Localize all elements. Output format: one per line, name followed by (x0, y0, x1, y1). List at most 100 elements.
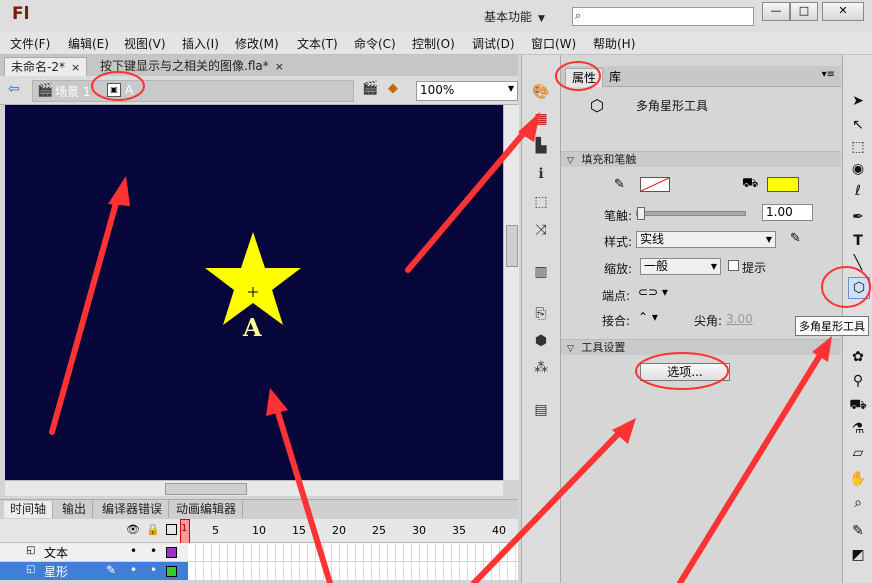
history-icon[interactable]: ⤨ (532, 221, 550, 239)
back-arrow-icon[interactable]: ⇦ (8, 81, 20, 97)
line-tool-icon[interactable]: ╲ (848, 253, 868, 273)
tab-timeline[interactable]: 时间轴 (4, 501, 54, 518)
edit-scene-icon[interactable]: 🎬 (362, 81, 378, 96)
menu-view[interactable]: 视图(V) (124, 35, 166, 52)
options-button[interactable]: 选项... (640, 363, 730, 381)
menu-window[interactable]: 窗口(W) (531, 35, 576, 52)
frame-strip[interactable] (188, 543, 518, 561)
scroll-thumb[interactable] (165, 483, 247, 495)
visibility-dot[interactable]: • (130, 544, 137, 558)
selection-tool-icon[interactable]: ➤ (848, 91, 868, 111)
miter-value[interactable]: 3.00 (726, 312, 753, 326)
join-style-select[interactable]: ⌃ ▾ (638, 310, 658, 324)
stage-canvas[interactable]: A (5, 105, 503, 480)
tab-output[interactable]: 输出 (56, 501, 94, 518)
lasso-tool-icon[interactable]: ℓ (848, 181, 868, 201)
layer-color-swatch[interactable] (166, 547, 177, 558)
help-search-input[interactable]: ⌕ (572, 7, 754, 26)
palette-icon[interactable]: 🎨 (532, 83, 550, 101)
components-icon[interactable]: ⬢ (532, 332, 550, 350)
layer-row-text[interactable]: ◱ 文本 • • (0, 543, 518, 561)
menu-control[interactable]: 控制(O) (412, 35, 455, 52)
scene-label[interactable]: 场景 1 (55, 83, 90, 100)
bone-tool-icon[interactable]: ⚲ (848, 371, 868, 391)
horizontal-scrollbar[interactable] (5, 480, 503, 496)
3d-rotation-tool-icon[interactable]: ◉ (848, 159, 868, 179)
lock-dot[interactable]: • (150, 563, 157, 577)
workspace-switcher[interactable]: 基本功能 ▼ (484, 8, 545, 25)
polystar-tool-icon[interactable]: ⬡ (848, 277, 870, 299)
stroke-color-swatch[interactable] (640, 177, 670, 192)
hint-checkbox[interactable] (728, 260, 739, 271)
tab-library[interactable]: 库 (603, 68, 627, 86)
stroke-color-icon[interactable]: ✎ (848, 521, 868, 541)
menu-text[interactable]: 文本(T) (297, 35, 338, 52)
layer-name[interactable]: 文本 (44, 544, 68, 561)
actions-icon[interactable]: ⎘ (532, 305, 550, 323)
outline-icon[interactable] (166, 524, 177, 535)
layer-color-swatch[interactable] (166, 566, 177, 577)
free-transform-tool-icon[interactable]: ⬚ (848, 137, 868, 157)
pen-tool-icon[interactable]: ✒ (848, 207, 868, 227)
slider-thumb[interactable] (637, 207, 645, 220)
lock-dot[interactable]: • (150, 544, 157, 558)
edit-symbol-icon[interactable]: ◆ (388, 81, 398, 96)
edit-stroke-style-icon[interactable]: ✎ (790, 231, 801, 246)
menu-edit[interactable]: 编辑(E) (68, 35, 109, 52)
menu-insert[interactable]: 插入(I) (182, 35, 219, 52)
swatches-icon[interactable]: ▦ (532, 110, 550, 128)
eyedropper-tool-icon[interactable]: ⚗ (848, 419, 868, 439)
tab-compiler-errors[interactable]: 编译器错误 (96, 501, 170, 518)
zoom-select[interactable]: 100% ▼ (416, 81, 518, 101)
panel-menu-icon[interactable]: ▾≡ (822, 69, 835, 80)
motion-presets-icon[interactable]: ⁂ (532, 359, 550, 377)
doc-tab-fla[interactable]: 按下键显示与之相关的图像.fla* × (94, 57, 290, 75)
symbol-text-a[interactable]: A (243, 313, 262, 342)
stroke-width-input[interactable]: 1.00 (762, 204, 813, 221)
symbol-label[interactable]: A (125, 83, 133, 97)
playhead[interactable]: 1 (180, 519, 190, 544)
scale-select[interactable]: 一般 ▼ (640, 258, 721, 275)
app-logo: Fl (12, 4, 30, 24)
section-fill-stroke[interactable]: ▽ 填充和笔触 (561, 151, 841, 167)
menu-modify[interactable]: 修改(M) (235, 35, 279, 52)
menu-debug[interactable]: 调试(D) (472, 35, 515, 52)
maximize-button[interactable]: □ (790, 2, 818, 21)
eye-icon[interactable]: 👁 (126, 523, 140, 536)
hand-tool-icon[interactable]: ✋ (848, 469, 868, 489)
layer-row-star[interactable]: ◱ 星形 ✎ • • (0, 562, 518, 580)
close-button[interactable]: ✕ (822, 2, 864, 21)
menu-file[interactable]: 文件(F) (10, 35, 50, 52)
movie-explorer-icon[interactable]: ▤ (532, 401, 550, 419)
menu-help[interactable]: 帮助(H) (593, 35, 635, 52)
section-tool-settings[interactable]: ▽ 工具设置 (561, 339, 841, 355)
eraser-tool-icon[interactable]: ▱ (848, 443, 868, 463)
doc-tab-untitled[interactable]: 未命名-2* × (4, 57, 88, 76)
close-icon[interactable]: × (275, 60, 284, 73)
paint-bucket-tool-icon[interactable]: ⛟ (848, 395, 868, 415)
stroke-slider[interactable] (636, 207, 746, 220)
lock-icon[interactable]: 🔒 (146, 523, 160, 536)
fill-color-swatch[interactable] (767, 177, 799, 192)
visibility-dot[interactable]: • (130, 563, 137, 577)
info-icon[interactable]: ℹ (532, 165, 550, 183)
subselection-tool-icon[interactable]: ↖ (848, 115, 868, 135)
cap-style-select[interactable]: ⊂⊃ ▾ (638, 285, 668, 299)
text-tool-icon[interactable]: T (848, 231, 868, 251)
zoom-tool-icon[interactable]: ⌕ (848, 493, 868, 513)
scroll-thumb[interactable] (506, 225, 518, 267)
tab-motion-editor[interactable]: 动画编辑器 (170, 501, 244, 518)
transform-icon[interactable]: ⬚ (532, 193, 550, 211)
layer-name[interactable]: 星形 (44, 563, 68, 580)
minimize-button[interactable]: — (762, 2, 790, 21)
fill-color-icon[interactable]: ◩ (848, 545, 868, 565)
deco-tool-icon[interactable]: ✿ (848, 347, 868, 367)
close-icon[interactable]: × (71, 61, 80, 74)
library-icon[interactable]: ▥ (532, 263, 550, 281)
menu-commands[interactable]: 命令(C) (354, 35, 396, 52)
stroke-style-select[interactable]: 实线 ▼ (636, 231, 776, 248)
align-icon[interactable]: ▙ (532, 137, 550, 155)
tab-properties[interactable]: 属性 (565, 68, 604, 87)
vertical-scrollbar[interactable] (503, 105, 519, 480)
frame-strip[interactable] (188, 562, 518, 580)
